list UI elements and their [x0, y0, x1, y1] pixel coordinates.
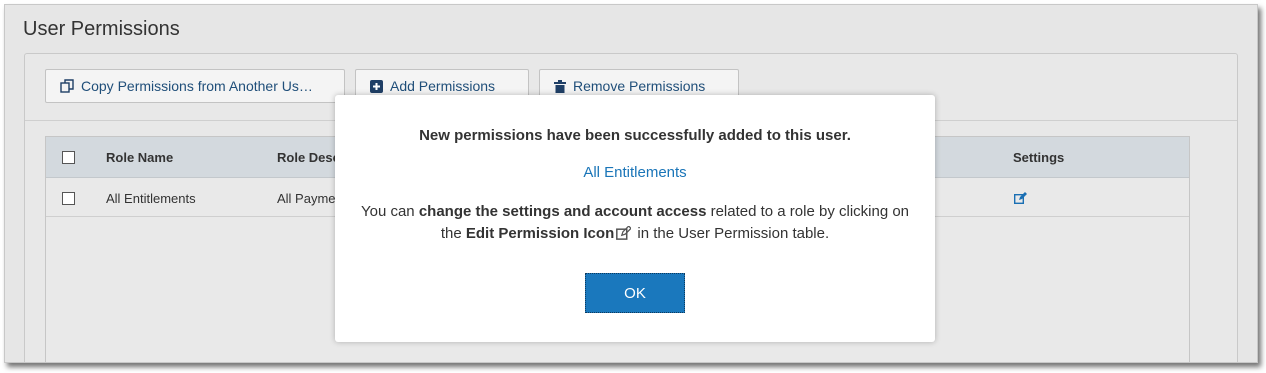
ok-button[interactable]: OK	[585, 273, 685, 313]
cell-role-description: All Payme	[277, 191, 336, 206]
edit-icon[interactable]	[1013, 191, 1027, 209]
header-settings: Settings	[1013, 150, 1065, 165]
page-title: User Permissions	[23, 18, 180, 40]
add-permissions-label: Add Permissions	[390, 78, 496, 94]
plus-square-icon	[370, 79, 383, 93]
copy-permissions-button[interactable]: Copy Permissions from Another Us…	[45, 69, 345, 103]
remove-permissions-label: Remove Permissions	[573, 78, 706, 94]
cell-role-name: All Entitlements	[106, 191, 196, 206]
user-permissions-window: User Permissions Copy Permissions from A…	[4, 4, 1258, 363]
message-bold-1: change the settings and account access	[418, 203, 707, 220]
dialog-title: New permissions have been successfully a…	[419, 127, 851, 144]
row-checkbox[interactable]	[62, 192, 75, 205]
trash-icon	[554, 79, 566, 93]
header-role-description[interactable]: Role Desc	[277, 150, 340, 165]
role-link[interactable]: All Entitlements	[335, 164, 935, 181]
message-text-3: in the User Permission table.	[633, 225, 830, 242]
header-role-name[interactable]: Role Name	[106, 150, 173, 165]
message-bold-2: Edit Permission Icon	[465, 225, 615, 242]
copy-icon	[60, 79, 74, 93]
dialog-message: You can change the settings and account …	[355, 201, 915, 247]
copy-permissions-label: Copy Permissions from Another Us…	[81, 78, 313, 94]
select-all-checkbox[interactable]	[62, 151, 75, 164]
edit-permission-icon	[616, 225, 633, 247]
message-text-1: You can	[360, 203, 419, 220]
success-dialog: New permissions have been successfully a…	[335, 95, 935, 342]
